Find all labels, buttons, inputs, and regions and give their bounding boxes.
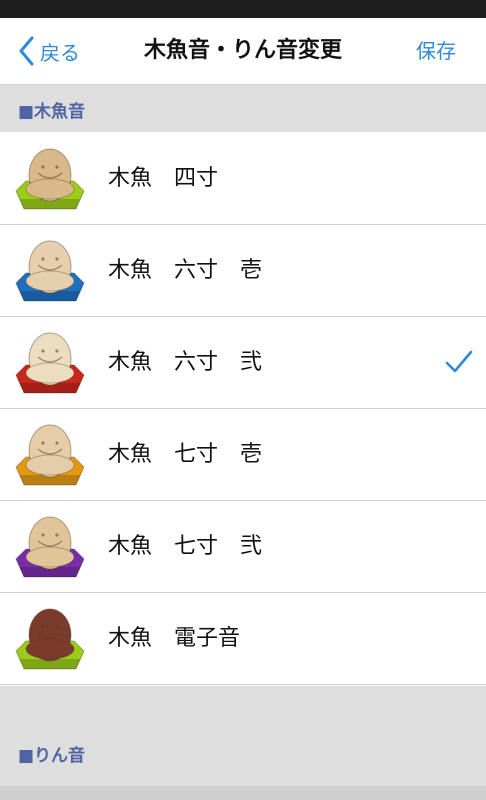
navigation-bar: 戻る 木魚音・りん音変更 保存 [0, 18, 486, 85]
list-item-label: 木魚 六寸 壱 [108, 258, 263, 283]
list-item[interactable]: 木魚 七寸 弐 [0, 501, 486, 593]
list-item[interactable]: 木魚 六寸 壱 [0, 225, 486, 317]
list-item-label: 木魚 六寸 弐 [108, 350, 263, 375]
list-item[interactable]: 木魚 四寸 [0, 133, 486, 225]
mokugyo-icon [14, 329, 86, 397]
mokugyo-icon [14, 605, 86, 673]
list-item-label: 木魚 七寸 壱 [108, 442, 263, 467]
page-title: 木魚音・りん音変更 [143, 38, 342, 63]
mokugyo-icon [14, 513, 86, 581]
save-button[interactable]: 保存 [416, 33, 456, 69]
list-bottom-edge [0, 786, 486, 800]
list-item[interactable]: 木魚 六寸 弐 [0, 317, 486, 409]
mokugyo-icon [14, 145, 86, 213]
section-header-mokugyo: ■木魚音 [0, 85, 486, 132]
section-header-label: ■木魚音 [18, 102, 86, 122]
mokugyo-icon [14, 237, 86, 305]
list-item[interactable]: 木魚 電子音 [0, 593, 486, 685]
section-header-label: ■りん音 [18, 746, 86, 766]
list-item-label: 木魚 電子音 [108, 626, 241, 651]
status-bar [0, 0, 486, 18]
list-item-label: 木魚 四寸 [108, 166, 219, 191]
list-item[interactable]: 木魚 七寸 壱 [0, 409, 486, 501]
section-header-rin: ■りん音 [0, 686, 486, 786]
checkmark-icon [444, 347, 474, 377]
mokugyo-icon [14, 421, 86, 489]
list-item-label: 木魚 七寸 弐 [108, 534, 263, 559]
